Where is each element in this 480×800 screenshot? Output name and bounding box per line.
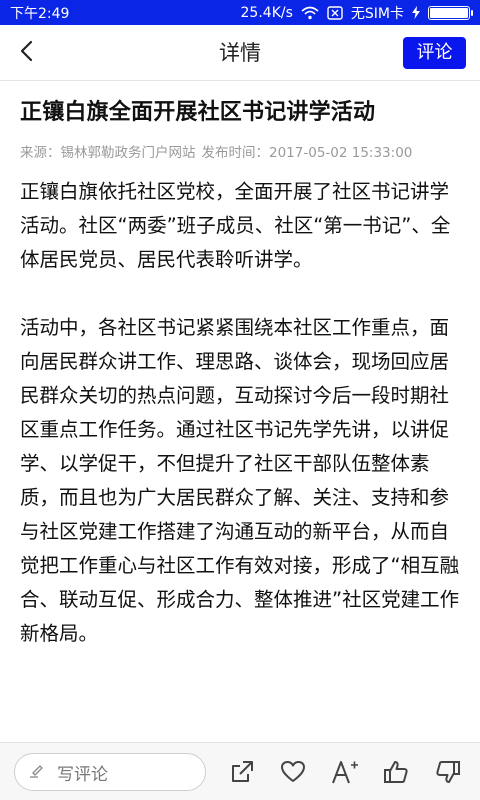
- comment-input[interactable]: 写评论: [14, 753, 206, 791]
- wifi-icon: [301, 6, 319, 20]
- favorite-button[interactable]: [277, 756, 309, 788]
- sim-status: 无SIM卡: [350, 5, 404, 22]
- status-bar: 下午2:49 25.4K/s 无SIM卡: [0, 0, 480, 25]
- bottom-toolbar: 写评论: [0, 742, 480, 800]
- thumbs-up-icon: [383, 759, 409, 785]
- back-button[interactable]: [6, 33, 46, 73]
- font-size-button[interactable]: [329, 756, 361, 788]
- chevron-left-icon: [19, 40, 33, 66]
- network-speed: 25.4K/s: [240, 4, 293, 21]
- article-content: 正镶白旗全面开展社区书记讲学活动 来源：锡林郭勒政务门户网站 发布时间：2017…: [0, 82, 480, 742]
- charging-icon: [412, 6, 420, 19]
- comment-input-placeholder: 写评论: [57, 764, 108, 785]
- article-publish-time: 发布时间：2017-05-02 15:33:00: [201, 145, 413, 161]
- like-button[interactable]: [380, 756, 412, 788]
- article-paragraph: 正镶白旗依托社区党校，全面开展了社区书记讲学活动。社区“两委”班子成员、社区“第…: [20, 180, 451, 271]
- battery-icon: [428, 5, 473, 20]
- share-button[interactable]: [226, 756, 258, 788]
- article-source: 来源：锡林郭勒政务门户网站: [20, 145, 196, 161]
- font-size-icon: [331, 759, 359, 785]
- article-meta: 来源：锡林郭勒政务门户网站 发布时间：2017-05-02 15:33:00: [20, 141, 460, 161]
- heart-icon: [280, 760, 306, 784]
- thumbs-down-icon: [435, 759, 461, 785]
- no-sim-icon: [327, 5, 343, 20]
- article-title: 正镶白旗全面开展社区书记讲学活动: [20, 100, 376, 125]
- status-indicators: 25.4K/s 无SIM卡: [240, 3, 473, 23]
- article-paragraph: 活动中，各社区书记紧紧围绕本社区工作重点，面向居民群众讲工作、理思路、谈体会，现…: [20, 316, 460, 645]
- comment-button[interactable]: 评论: [403, 37, 466, 69]
- app-header: 详情 评论: [0, 25, 480, 81]
- dislike-button[interactable]: [432, 756, 464, 788]
- share-icon: [229, 759, 255, 785]
- pencil-icon: [29, 762, 47, 783]
- status-time: 下午2:49: [10, 5, 70, 22]
- article-body: 正镶白旗依托社区党校，全面开展了社区书记讲学活动。社区“两委”班子成员、社区“第…: [20, 175, 460, 651]
